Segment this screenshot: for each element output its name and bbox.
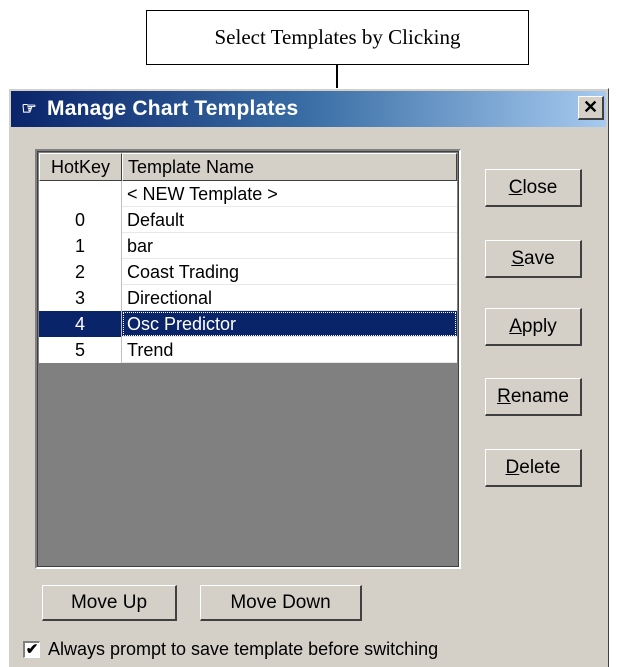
- template-name-cell: Directional: [122, 285, 457, 311]
- table-row[interactable]: 4 Osc Predictor: [39, 311, 457, 337]
- hotkey-cell: 1: [39, 233, 122, 259]
- rename-label-rest: ename: [510, 385, 569, 407]
- close-mnemonic: C: [508, 176, 523, 198]
- save-button[interactable]: Save: [485, 240, 582, 278]
- template-name-cell: Coast Trading: [122, 259, 457, 285]
- table-row[interactable]: 2 Coast Trading: [39, 259, 457, 285]
- window-title: Manage Chart Templates: [47, 97, 299, 120]
- hotkey-cell: 3: [39, 285, 122, 311]
- move-up-button[interactable]: Move Up: [42, 585, 177, 621]
- hotkey-cell: 2: [39, 259, 122, 285]
- move-down-button[interactable]: Move Down: [200, 585, 362, 621]
- delete-label-rest: elete: [519, 456, 561, 478]
- column-header-template-name[interactable]: Template Name: [122, 153, 457, 181]
- list-header: HotKey Template Name: [39, 153, 457, 181]
- table-row[interactable]: < NEW Template >: [39, 181, 457, 207]
- rename-button[interactable]: Rename: [485, 378, 582, 416]
- save-label-rest: ave: [524, 247, 555, 269]
- delete-button[interactable]: Delete: [485, 449, 582, 487]
- prompt-save-option[interactable]: ✔ Always prompt to save template before …: [23, 636, 438, 662]
- close-label-rest: lose: [522, 176, 558, 198]
- column-header-hotkey[interactable]: HotKey: [39, 153, 122, 181]
- template-name-cell: Osc Predictor: [122, 311, 457, 337]
- pointing-hand-icon: ☞: [21, 99, 37, 118]
- delete-mnemonic: D: [505, 456, 520, 478]
- window-close-button[interactable]: ✕: [578, 96, 604, 120]
- apply-button[interactable]: Apply: [485, 308, 582, 346]
- table-row[interactable]: 3 Directional: [39, 285, 457, 311]
- save-mnemonic: S: [511, 247, 525, 269]
- table-row[interactable]: 5 Trend: [39, 337, 457, 363]
- hotkey-cell: 4: [39, 311, 122, 337]
- callout-text: Select Templates by Clicking: [214, 25, 461, 49]
- title-bar[interactable]: ☞ Manage Chart Templates ✕: [11, 91, 606, 127]
- hotkey-cell: 0: [39, 207, 122, 233]
- close-button[interactable]: Close: [485, 169, 582, 207]
- template-name-cell: Trend: [122, 337, 457, 363]
- hotkey-cell: 5: [39, 337, 122, 363]
- templates-list[interactable]: HotKey Template Name < NEW Template >0 De…: [35, 149, 461, 569]
- table-row[interactable]: 0 Default: [39, 207, 457, 233]
- template-name-cell: bar: [122, 233, 457, 259]
- apply-mnemonic: A: [509, 315, 522, 337]
- templates-list-body: HotKey Template Name < NEW Template >0 De…: [39, 153, 457, 565]
- prompt-save-label: Always prompt to save template before sw…: [48, 638, 439, 659]
- manage-chart-templates-dialog: ☞ Manage Chart Templates ✕ HotKey Templa…: [8, 88, 609, 667]
- template-name-cell: Default: [122, 207, 457, 233]
- prompt-save-checkbox[interactable]: ✔: [23, 640, 40, 658]
- rename-mnemonic: R: [497, 385, 511, 407]
- apply-label-rest: pply: [521, 315, 557, 337]
- template-name-cell: < NEW Template >: [122, 181, 457, 207]
- table-row[interactable]: 1 bar: [39, 233, 457, 259]
- hotkey-cell: [39, 181, 122, 207]
- callout-box: Select Templates by Clicking: [146, 10, 529, 65]
- close-icon: ✕: [582, 97, 599, 117]
- checkmark-icon: ✔: [25, 641, 39, 658]
- list-rows: < NEW Template >0 Default 1 bar 2 Coast Tradi…: [39, 181, 457, 363]
